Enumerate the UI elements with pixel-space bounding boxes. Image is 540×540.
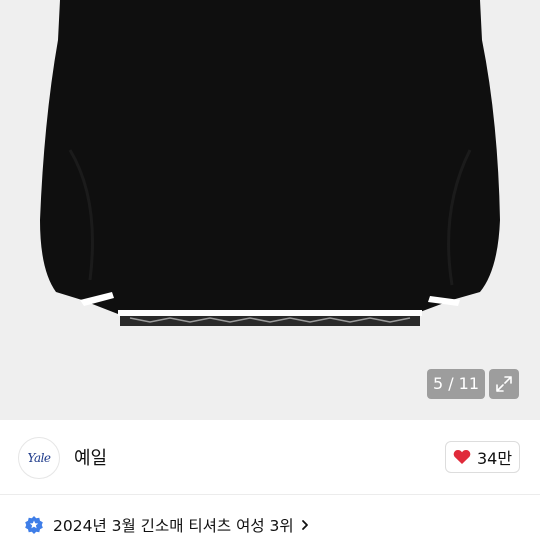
like-count: 34만: [476, 449, 513, 468]
seller-row[interactable]: Yale 예일 34만: [0, 420, 540, 495]
ranking-link[interactable]: 2024년 3월 긴소매 티셔츠 여성 3위: [0, 510, 540, 540]
product-detail-page: 5 / 11 Yale 예일 34만 2024년 3월 긴소매 티셔츠 여성 3…: [0, 0, 540, 540]
brand-logo[interactable]: Yale: [18, 437, 60, 479]
product-photo: [40, 0, 500, 326]
brand-logo-text: Yale: [27, 451, 51, 465]
expand-button[interactable]: [489, 369, 519, 399]
heart-icon: [453, 450, 471, 464]
like-button[interactable]: 34만: [445, 441, 520, 473]
image-counter: 5 / 11: [427, 369, 485, 399]
expand-icon: [496, 376, 512, 392]
brand-name[interactable]: 예일: [74, 444, 107, 470]
product-image-gallery[interactable]: 5 / 11: [0, 0, 540, 420]
ranking-text: 2024년 3월 긴소매 티셔츠 여성 3위: [53, 517, 294, 535]
chevron-right-icon: [300, 519, 312, 531]
star-badge-icon: [24, 515, 44, 535]
